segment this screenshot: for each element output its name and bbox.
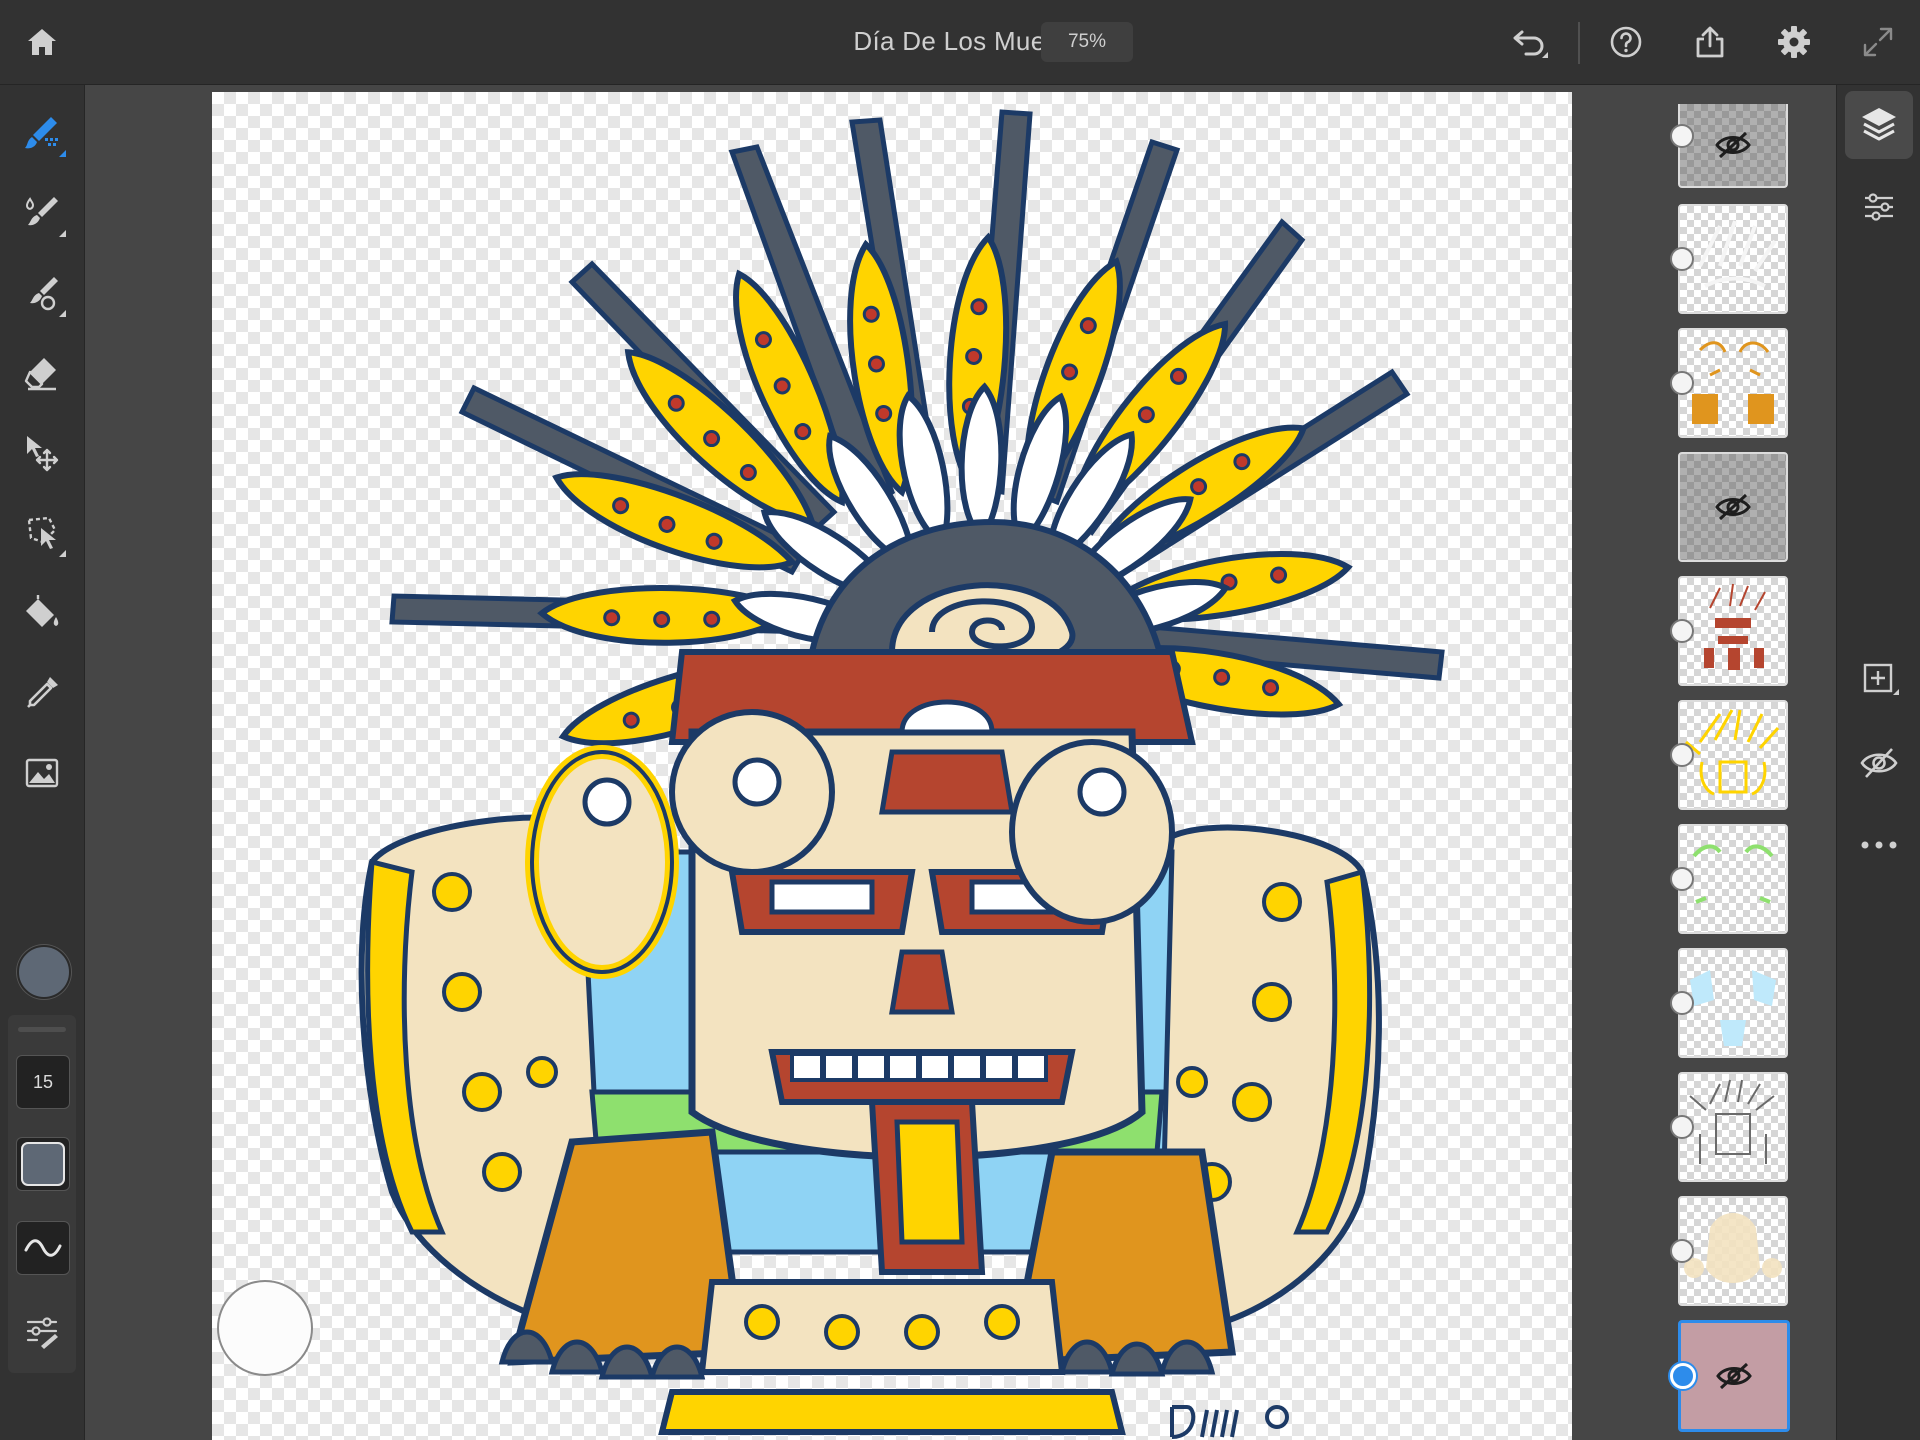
watercolor-brush-icon (25, 197, 58, 226)
right-toolbar (1836, 85, 1920, 1440)
layers-icon (1862, 108, 1896, 141)
eraser-tool[interactable] (16, 347, 68, 399)
layer-thumbnail[interactable] (1678, 700, 1788, 810)
layer-preview-yellow-feathers (1685, 709, 1780, 796)
sliders-icon (26, 1317, 58, 1349)
more-options-corner (59, 550, 66, 557)
image-icon (25, 758, 59, 788)
more-options-corner (59, 310, 66, 317)
layer-thumbnail[interactable] (1678, 824, 1788, 934)
artwork-illustration (358, 109, 1445, 1439)
layer-select-dot[interactable] (1670, 1239, 1694, 1263)
lasso-select-tool[interactable] (16, 507, 68, 559)
layer-select-dot[interactable] (1670, 991, 1694, 1015)
add-layer-icon (1863, 663, 1899, 695)
document-title[interactable]: Día De Los Muertos (720, 26, 1090, 57)
eyedropper-tool[interactable] (16, 667, 68, 719)
layer-preview-white-linework (1698, 220, 1777, 288)
brush-properties-panel: 15 (8, 1015, 76, 1373)
layer-preview-gray-linework (1689, 1079, 1775, 1164)
layer-select-dot[interactable] (1670, 619, 1694, 643)
eyedropper-icon (27, 677, 58, 708)
layer-preview-orange-hands (1692, 341, 1774, 424)
layer-preview-green-accents (1692, 844, 1774, 904)
layer-select-dot[interactable] (1670, 867, 1694, 891)
drawing-canvas[interactable] (212, 92, 1572, 1440)
hide-layer-icon (1860, 748, 1898, 778)
layer-thumbnail[interactable] (1678, 452, 1788, 562)
layer-thumbnail[interactable] (1678, 1072, 1788, 1182)
more-options-button[interactable] (1845, 811, 1913, 879)
move-icon (27, 436, 59, 472)
fill-tool[interactable] (16, 587, 68, 639)
layer-thumbnail[interactable] (1678, 576, 1788, 686)
brush-settings-button[interactable] (16, 1305, 68, 1357)
layer-properties-button[interactable] (1845, 173, 1913, 241)
layer-preview-blue-fill (1690, 970, 1776, 1046)
layer-thumbnail[interactable] (1678, 1196, 1788, 1306)
home-icon[interactable] (20, 20, 64, 64)
layer-thumbnail[interactable] (1678, 204, 1788, 314)
eye-hidden-icon (1715, 131, 1751, 159)
smoothing-control[interactable] (16, 1221, 70, 1275)
opacity-swatch (21, 1142, 65, 1186)
layer-select-dot[interactable] (1670, 743, 1694, 767)
layer-thumbnail[interactable] (1678, 328, 1788, 438)
image-tool[interactable] (16, 747, 68, 799)
zoom-level[interactable]: 75% (1041, 22, 1133, 62)
layer-select-dot[interactable] (1670, 371, 1694, 395)
eraser-icon (24, 358, 56, 391)
color-picker[interactable] (17, 945, 71, 999)
more-options-corner (59, 230, 66, 237)
layer-select-dot[interactable] (1670, 1115, 1694, 1139)
layer-thumbnail[interactable] (1678, 104, 1788, 188)
layer-properties-icon (1865, 193, 1893, 221)
wave-icon (24, 1239, 62, 1257)
help-icon[interactable] (1604, 20, 1648, 64)
fullscreen-icon[interactable] (1856, 20, 1900, 64)
eye-hidden-icon (1716, 1362, 1752, 1390)
layers-panel (1660, 104, 1800, 1440)
paint-brush-tool[interactable] (16, 107, 68, 159)
touch-shortcut-button[interactable] (217, 1280, 313, 1376)
layer-select-dot-selected[interactable] (1670, 1363, 1696, 1389)
opacity-control[interactable] (16, 1137, 70, 1191)
eye-hidden-icon (1715, 493, 1751, 521)
move-tool[interactable] (16, 427, 68, 479)
paint-bucket-icon (26, 595, 59, 627)
share-icon[interactable] (1688, 20, 1732, 64)
add-layer-button[interactable] (1845, 645, 1913, 713)
mix-brush-tool[interactable] (16, 267, 68, 319)
settings-icon[interactable] (1772, 20, 1816, 64)
more-options-corner (59, 150, 66, 157)
left-toolbar: 15 (0, 85, 85, 1440)
lasso-icon (27, 516, 57, 549)
layer-thumbnail[interactable] (1678, 948, 1788, 1058)
pixel-brush-tool[interactable] (16, 187, 68, 239)
layer-select-dot[interactable] (1670, 247, 1694, 271)
layer-preview-red-details (1704, 583, 1766, 670)
layers-button[interactable] (1845, 91, 1913, 159)
layer-select-dot[interactable] (1670, 124, 1694, 148)
panel-drag-handle[interactable] (18, 1027, 66, 1032)
mix-brush-icon (30, 277, 58, 311)
top-bar: Día De Los Muertos 75% (0, 0, 1920, 85)
more-options-icon (1861, 841, 1897, 849)
paint-brush-icon (25, 117, 58, 149)
toolbar-divider (1578, 22, 1580, 64)
undo-icon[interactable] (1508, 20, 1552, 64)
brush-size-control[interactable]: 15 (16, 1055, 70, 1109)
layer-preview-beige-base (1684, 1213, 1782, 1283)
hide-layer-button[interactable] (1845, 729, 1913, 797)
